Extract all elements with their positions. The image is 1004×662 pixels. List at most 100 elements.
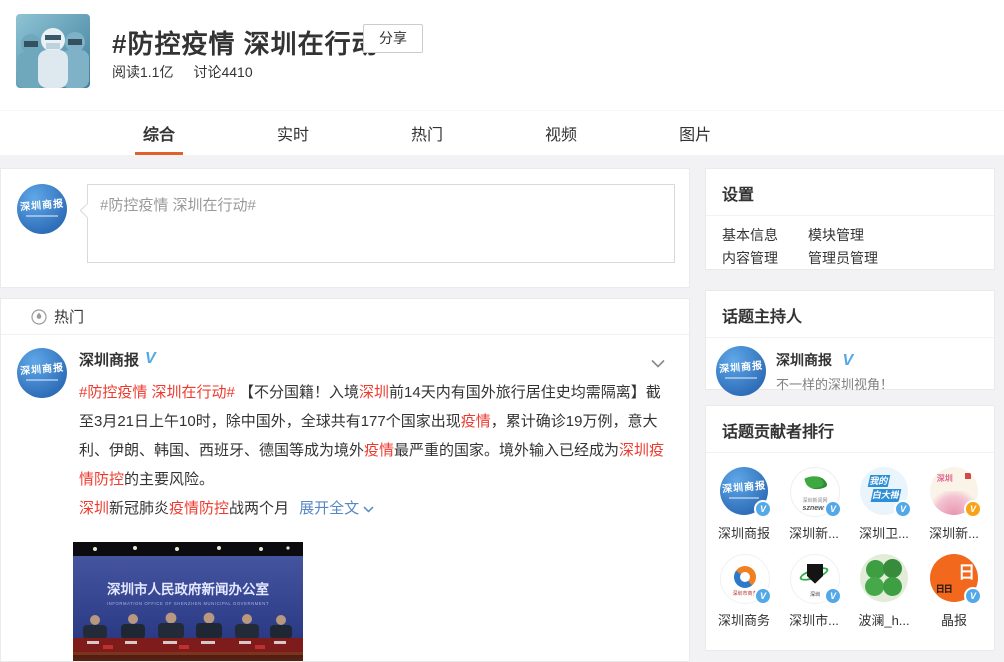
composer-input-value: #防控疫情 深圳在行动#	[100, 194, 256, 215]
post-footer-text: 深圳新冠肺炎疫情防控战两个月	[79, 500, 289, 517]
post-author-avatar[interactable]: 深圳商报	[17, 348, 67, 398]
post-text-segment: 最严重的国家。境外输入已经成为	[394, 442, 619, 459]
contributor-name: 深圳市...	[789, 610, 839, 629]
contributors-title: 话题贡献者排行	[706, 406, 994, 453]
post-photo[interactable]: 深圳市人民政府新闻办公室 INFORMATION OFFICE OF SHENZ…	[73, 542, 303, 662]
host-name[interactable]: 深圳商报	[776, 352, 832, 368]
post-text-segment: 【不分国籍！入境	[235, 384, 359, 401]
contributor-name: 深圳新...	[929, 523, 979, 542]
host-avatar[interactable]: 深圳商报	[716, 346, 766, 396]
contributor-avatar: 深圳V	[930, 467, 978, 515]
tab-realtime[interactable]: 实时	[277, 111, 309, 155]
verified-badge-blue: V	[894, 500, 912, 518]
topic-hashtag-link[interactable]: #防控疫情 深圳在行动#	[79, 384, 235, 401]
contributor-name: 深圳新...	[789, 523, 839, 542]
reads-count: 阅读1.1亿	[112, 64, 173, 80]
contributor-item-5[interactable]: 深圳V 深圳市...	[779, 554, 849, 629]
contributor-avatar: 深圳V	[790, 554, 838, 602]
post-text: #防控疫情 深圳在行动# 【不分国籍！入境深圳前14天内有国外旅行居住史均需隔离…	[79, 378, 675, 494]
contributor-item-4[interactable]: 深圳市商务V 深圳商务	[709, 554, 779, 629]
host-description: 不一样的深圳视角！	[776, 374, 893, 393]
tab-video[interactable]: 视频	[545, 111, 577, 155]
settings-link-basic-info[interactable]: 基本信息	[722, 224, 808, 247]
settings-link-content-management[interactable]: 内容管理	[722, 247, 808, 270]
contributor-avatar: 我的白大褂V	[860, 467, 908, 515]
contributor-name: 深圳商务	[718, 610, 770, 629]
contributor-avatar: 深圳新闻网sznewsV	[790, 467, 838, 515]
post-header: 深圳商报 V	[79, 348, 689, 370]
discussions-count: 讨论4410	[193, 64, 252, 80]
contributor-avatar: 深圳市商务V	[720, 554, 768, 602]
contributors-panel: 话题贡献者排行 深圳商报V深圳商报深圳新闻网sznewsV 深圳新... 我的白大褂…	[705, 405, 995, 651]
settings-title: 设置	[706, 169, 994, 216]
post-text-segment: 疫情	[364, 442, 394, 459]
chevron-down-icon	[363, 506, 374, 513]
contributors-grid: 深圳商报V深圳商报深圳新闻网sznewsV 深圳新... 我的白大褂V 深圳卫... 深…	[706, 453, 994, 641]
feed-section-title: 热门	[54, 306, 84, 327]
logo-underline	[725, 377, 757, 379]
logo-underline	[26, 215, 58, 217]
composer-input[interactable]: #防控疫情 深圳在行动#	[87, 184, 675, 263]
verified-badge-blue: V	[754, 500, 772, 518]
expand-full-text-link[interactable]: 展开全文	[299, 500, 374, 517]
post-author-name[interactable]: 深圳商报	[79, 349, 139, 370]
tab-label: 热门	[411, 121, 443, 145]
contributor-item-3[interactable]: 深圳V深圳新...	[919, 467, 989, 542]
clover-leaf	[883, 559, 902, 578]
tab-bar: 综合 实时 热门 视频 图片	[0, 110, 1004, 155]
logo-text: 白大褂	[871, 489, 902, 502]
tab-hot[interactable]: 热门	[411, 111, 443, 155]
logo-underline	[729, 497, 760, 499]
settings-link-module-management[interactable]: 模块管理	[808, 224, 894, 247]
shield-icon	[807, 564, 823, 584]
post-menu-chevron-icon[interactable]	[651, 355, 665, 373]
composer-bubble-arrow	[80, 203, 96, 219]
logo-text: 深圳	[937, 473, 953, 484]
logo-underline	[26, 379, 58, 381]
composer-card: 深圳商报 #防控疫情 深圳在行动#	[0, 168, 690, 288]
tab-label: 实时	[277, 121, 309, 145]
press-conference-photo: 深圳市人民政府新闻办公室 INFORMATION OFFICE OF SHENZ…	[73, 542, 303, 662]
verified-badge-blue: V	[964, 587, 982, 605]
topic-avatar-image	[16, 14, 90, 88]
post-text-segment: 新冠肺炎	[109, 500, 169, 517]
contributor-name: 波澜_h...	[858, 610, 909, 629]
tab-label: 综合	[143, 121, 175, 145]
feed-section-header: 热门	[1, 299, 689, 335]
verified-v-icon: V	[842, 352, 853, 369]
topic-host-panel: 话题主持人 深圳商报 深圳商报 V 不一样的深圳视角！	[705, 290, 995, 390]
active-tab-underline	[135, 152, 183, 155]
settings-panel: 设置 基本信息模块管理内容管理管理员管理	[705, 168, 995, 270]
post-text-segment: 疫情防控	[169, 500, 229, 517]
topic-host-title: 话题主持人	[706, 291, 994, 338]
contributor-item-7[interactable]: 日日日V晶报	[919, 554, 989, 629]
verified-badge-blue: V	[824, 500, 842, 518]
tab-picture[interactable]: 图片	[679, 111, 711, 155]
topic-header: #防控疫情 深圳在行动# 分享 阅读1.1亿讨论4410	[0, 0, 1004, 110]
tab-composite[interactable]: 综合	[143, 111, 175, 155]
shenzhen-daily-logo-text: 深圳商报	[17, 194, 67, 213]
post: 深圳商报 深圳商报 V #防控疫情 深圳在行动# 【不分国籍！入境深圳前14天内…	[1, 335, 689, 523]
topic-host-body: 深圳商报 深圳商报 V 不一样的深圳视角！	[706, 338, 994, 404]
shenzhen-daily-logo-text: 深圳商报	[17, 358, 67, 377]
post-text-segment: 深圳	[79, 500, 109, 517]
verified-badge-blue: V	[754, 587, 772, 605]
contributor-item-2[interactable]: 我的白大褂V 深圳卫...	[849, 467, 919, 542]
post-text-segment: 深圳	[359, 384, 389, 401]
contributor-item-6[interactable]: 波澜_h...	[849, 554, 919, 629]
clover-leaf	[883, 577, 902, 596]
share-button[interactable]: 分享	[363, 24, 423, 53]
weibo-topic-page: #防控疫情 深圳在行动# 分享 阅读1.1亿讨论4410 综合实时热门视频图片 …	[0, 0, 1004, 662]
contributor-avatar: 日日日V	[930, 554, 978, 602]
contributor-item-0[interactable]: 深圳商报V深圳商报	[709, 467, 779, 542]
avatar-clover	[860, 554, 908, 602]
tab-label: 视频	[545, 121, 577, 145]
verified-badge-orange: V	[964, 500, 982, 518]
contributor-item-1[interactable]: 深圳新闻网sznewsV 深圳新...	[779, 467, 849, 542]
contributor-name: 深圳卫...	[859, 523, 909, 542]
settings-link-admin-management[interactable]: 管理员管理	[808, 247, 894, 270]
composer-avatar: 深圳商报	[17, 184, 67, 234]
tab-label: 图片	[679, 121, 711, 145]
contributor-avatar: 深圳商报V	[720, 467, 768, 515]
verified-v-icon: V	[145, 350, 156, 368]
